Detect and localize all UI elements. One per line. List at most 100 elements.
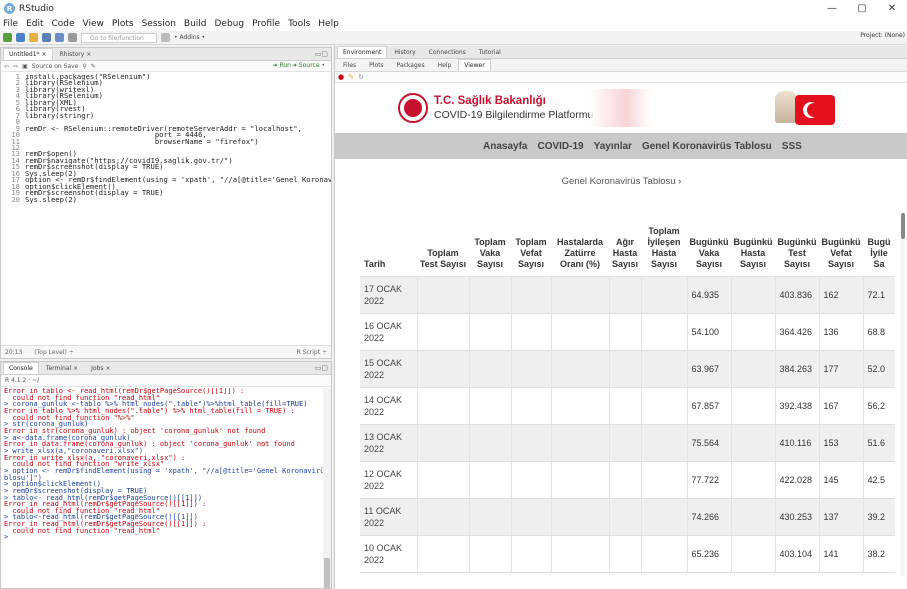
breadcrumb: Genel Koronavirüs Tablosu › — [335, 159, 907, 203]
cell-date: 11 OCAK 2022 — [360, 498, 417, 536]
console-output[interactable]: Error in tablo <- read_html(remDr$getPag… — [1, 388, 331, 588]
cell-empty — [730, 276, 775, 314]
cell-empty — [550, 387, 609, 425]
cell-empty — [640, 498, 687, 536]
nav-yayinlar[interactable]: Yayınlar — [594, 141, 632, 152]
cell-empty — [608, 350, 641, 388]
forward-icon[interactable]: ⇨ — [13, 63, 18, 70]
date-day: 15 OCAK — [364, 357, 403, 368]
menu-tools[interactable]: Tools — [288, 19, 310, 29]
scope-selector[interactable]: (Top Level) ÷ — [34, 349, 74, 356]
tab-terminal[interactable]: Terminal × — [40, 362, 84, 374]
pane-maximize-icon[interactable]: ▭▢ — [315, 50, 328, 58]
cell-test: 410.116 — [774, 424, 819, 462]
cell-vefat: 136 — [818, 313, 863, 351]
code-editor[interactable]: 1 install.packages("RSelenium") 2 library(R… — [1, 74, 331, 344]
cell-empty — [640, 350, 687, 388]
save-file-icon[interactable]: ▣ — [22, 63, 28, 70]
menu-debug[interactable]: Debug — [215, 19, 245, 29]
new-file-icon[interactable] — [3, 33, 12, 42]
goto-file-input[interactable]: Go to file/function — [81, 32, 157, 43]
stop-icon[interactable]: ● — [338, 73, 344, 81]
refresh-icon[interactable]: ↻ — [358, 73, 364, 81]
cell-empty — [468, 350, 511, 388]
rstudio-logo-icon: R — [4, 3, 15, 14]
menu-profile[interactable]: Profile — [252, 19, 280, 29]
back-icon[interactable]: ⇦ — [4, 63, 9, 70]
broom-icon[interactable]: ✎ — [348, 73, 354, 81]
run-button[interactable]: ➜ Run — [273, 62, 291, 69]
grid-icon[interactable] — [161, 33, 170, 42]
table-scrollbar[interactable] — [901, 213, 905, 576]
minimize-button[interactable]: — — [817, 0, 847, 17]
menu-code[interactable]: Code — [52, 19, 75, 29]
menu-view[interactable]: View — [83, 19, 104, 29]
breadcrumb-link[interactable]: Genel Koronavirüs Tablosu › — [562, 176, 682, 187]
nav-sss[interactable]: SSS — [782, 141, 802, 152]
new-project-icon[interactable] — [16, 33, 25, 42]
menu-help[interactable]: Help — [318, 19, 339, 29]
cell-empty — [608, 387, 641, 425]
tab-rhistory[interactable]: Rhistory × — [54, 48, 98, 60]
date-day: 10 OCAK — [364, 542, 403, 553]
tab-files[interactable]: Files — [337, 59, 362, 71]
nav-covid19[interactable]: COVID-19 — [537, 141, 583, 152]
tab-viewer[interactable]: Viewer — [458, 59, 491, 71]
console-header: R 4.1.2 · ~/ — [1, 375, 331, 387]
site-brand-subtitle: COVID-19 Bilgilendirme Platformu — [434, 109, 594, 121]
tab-untitled1[interactable]: Untitled1* × — [3, 48, 53, 60]
tab-tutorial[interactable]: Tutorial — [473, 46, 507, 58]
menu-build[interactable]: Build — [184, 19, 207, 29]
addins-menu[interactable]: • Addins • — [174, 34, 205, 41]
cell-empty — [510, 535, 551, 573]
source-button[interactable]: ➜ Source • — [292, 62, 325, 69]
file-type-selector[interactable]: R Script ÷ — [297, 349, 327, 356]
cell-vaka: 67.857 — [686, 387, 731, 425]
col-toplam-iyilesen: Toplam İyileşen Hasta Sayısı — [641, 213, 687, 277]
save-icon[interactable] — [42, 33, 51, 42]
cell-empty — [640, 313, 687, 351]
wand-icon[interactable]: ✎ — [91, 63, 96, 70]
cell-empty — [730, 313, 775, 351]
menu-session[interactable]: Session — [142, 19, 176, 29]
cell-date: 16 OCAK 2022 — [360, 313, 417, 351]
table-scroll-thumb[interactable] — [901, 213, 905, 239]
menu-plots[interactable]: Plots — [112, 19, 134, 29]
tab-connections[interactable]: Connections — [423, 46, 472, 58]
cell-empty — [550, 498, 609, 536]
menu-file[interactable]: File — [3, 19, 18, 29]
nav-genel-tablo[interactable]: Genel Koronavirüs Tablosu — [642, 141, 772, 152]
tab-environment[interactable]: Environment — [337, 46, 388, 58]
console-scroll-thumb[interactable] — [324, 558, 330, 588]
print-icon[interactable] — [68, 33, 77, 42]
close-button[interactable]: ✕ — [877, 0, 907, 17]
tab-help[interactable]: Help — [432, 59, 458, 71]
nav-anasayfa[interactable]: Anasayfa — [483, 141, 527, 152]
maximize-button[interactable]: ▢ — [847, 0, 877, 17]
table-header-row: Tarih Toplam Test Sayısı Toplam Vaka Say… — [360, 213, 895, 277]
console-maximize-icon[interactable]: ▭▢ — [315, 364, 328, 372]
site-navbar: Anasayfa COVID-19 Yayınlar Genel Koronav… — [335, 133, 907, 159]
col-bugun-iyilesen: Bugü İyile Sa — [863, 213, 895, 277]
save-all-icon[interactable] — [55, 33, 64, 42]
menu-edit[interactable]: Edit — [26, 19, 43, 29]
tab-jobs[interactable]: Jobs × — [85, 362, 116, 374]
tab-history[interactable]: History — [388, 46, 421, 58]
tab-plots[interactable]: Plots — [363, 59, 389, 71]
table-row: 10 OCAK 2022 65.236 403.104 141 38.2 — [360, 535, 895, 573]
search-icon[interactable]: ⚲ — [82, 63, 86, 70]
open-folder-icon[interactable] — [29, 33, 38, 42]
project-menu[interactable]: Project: (None) — [860, 32, 905, 39]
viewer-toolbar: ● ✎ ↻ — [335, 72, 907, 83]
console-scrollbar[interactable] — [323, 388, 331, 588]
cell-empty — [468, 498, 511, 536]
cell-vaka: 77.722 — [686, 461, 731, 499]
tab-console[interactable]: Console — [3, 362, 39, 374]
tab-packages[interactable]: Packages — [391, 59, 431, 71]
cell-vefat: 145 — [818, 461, 863, 499]
site-brand-title[interactable]: T.C. Sağlık Bakanlığı — [434, 95, 546, 107]
covid-table: Tarih Toplam Test Sayısı Toplam Vaka Say… — [360, 213, 895, 573]
cell-empty — [510, 461, 551, 499]
code-text: library(stringr) — [25, 110, 95, 120]
source-on-save-checkbox[interactable]: Source on Save — [32, 63, 79, 70]
